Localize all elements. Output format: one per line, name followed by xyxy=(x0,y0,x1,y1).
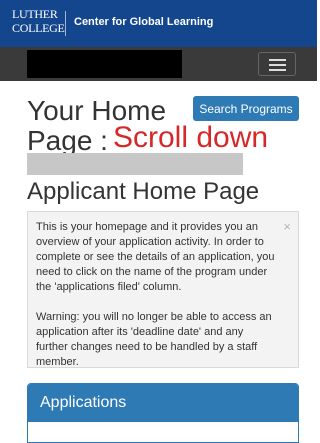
redacted-block xyxy=(27,50,182,78)
applications-panel: Applications xyxy=(27,383,299,443)
close-icon[interactable]: × xyxy=(283,220,291,233)
info-alert: × This is your homepage and it provides … xyxy=(27,211,299,368)
logo-line-1: LUTHER xyxy=(12,7,58,21)
logo-line-2: COLLEGE xyxy=(12,21,65,35)
site-name[interactable]: Center for Global Learning xyxy=(74,16,213,28)
hamburger-menu-icon[interactable] xyxy=(258,52,296,76)
redacted-user-name xyxy=(27,153,243,175)
applications-panel-title: Applications xyxy=(28,384,298,422)
info-paragraph-2: Warning: you will no longer be able to a… xyxy=(36,311,272,368)
scroll-down-annotation: Scroll down xyxy=(113,121,269,154)
search-programs-button[interactable]: Search Programs xyxy=(193,96,299,121)
navigation-bar xyxy=(0,47,317,81)
applicant-home-heading: Applicant Home Page xyxy=(27,178,260,205)
info-paragraph-1: This is your homepage and it provides yo… xyxy=(36,221,275,293)
college-logo[interactable]: LUTHER COLLEGE xyxy=(12,7,65,41)
site-header: LUTHER COLLEGE Center for Global Learnin… xyxy=(0,0,317,47)
header-divider xyxy=(65,11,66,36)
